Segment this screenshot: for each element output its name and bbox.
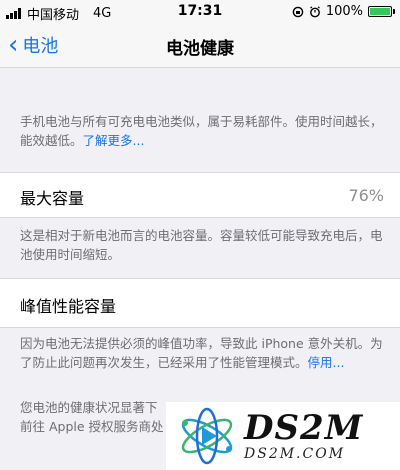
intro-text: 手机电池与所有可充电电池类似，属于易耗部件。使用时间越长，能效越低。 xyxy=(20,114,383,148)
battery-fill xyxy=(370,8,390,15)
battery-icon xyxy=(368,6,395,17)
navigation-bar: ‹ 电池 电池健康 xyxy=(0,22,400,68)
watermark: DS2M DS2M.COM xyxy=(166,402,400,470)
intro-description: 手机电池与所有可充电电池类似，属于易耗部件。使用时间越长，能效越低。了解更多..… xyxy=(20,112,388,150)
status-right: 100% xyxy=(292,4,395,19)
watermark-brand: DS2M xyxy=(244,408,364,448)
peak-performance-row: 峰值性能容量 xyxy=(0,278,400,328)
page-title: 电池健康 xyxy=(166,39,234,59)
atom-logo-icon xyxy=(181,407,233,465)
max-capacity-row: 最大容量 76% xyxy=(0,172,400,218)
learn-more-link[interactable]: 了解更多... xyxy=(83,133,145,148)
watermark-domain: DS2M.COM xyxy=(244,446,346,462)
rotation-lock-icon xyxy=(292,6,304,17)
status-bar: 中国移动 4G 17:31 100% xyxy=(0,0,400,23)
max-capacity-label: 最大容量 xyxy=(20,189,85,208)
peak-performance-description: 因为电池无法提供必须的峰值功率，导致此 iPhone 意外关机。为了防止此问题再… xyxy=(20,334,388,372)
max-capacity-value: 76% xyxy=(348,186,384,205)
battery-percent: 100% xyxy=(325,4,363,19)
max-capacity-description: 这是相对于新电池而言的电池容量。容量较低可能导致充电后，电池使用时间缩短。 xyxy=(20,228,383,262)
watermark-text: DS2M DS2M.COM xyxy=(244,410,363,462)
peak-performance-label: 峰值性能容量 xyxy=(20,297,117,316)
alarm-icon xyxy=(309,5,320,17)
disable-link[interactable]: 停用... xyxy=(308,355,345,370)
